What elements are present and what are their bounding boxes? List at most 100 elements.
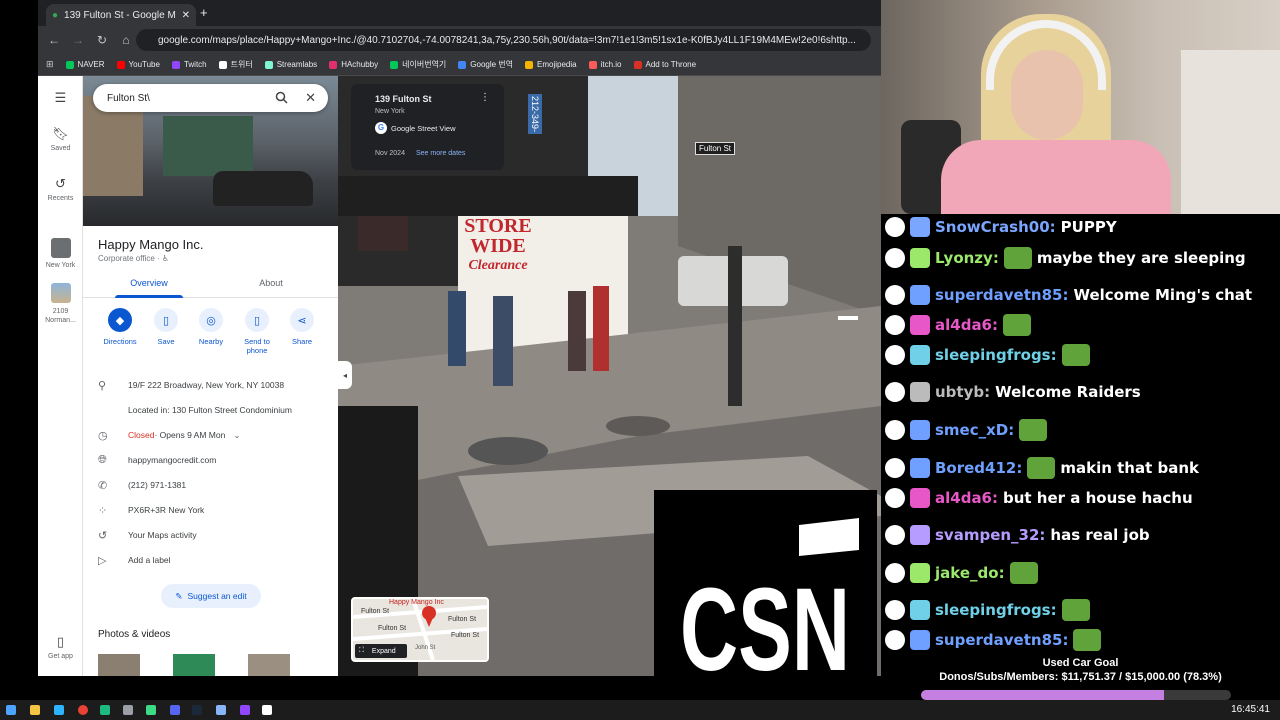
chat-username: ubtyb <box>935 383 985 401</box>
rail-get-app[interactable]: ▯ Get app <box>38 634 83 660</box>
chat-username: Bored412 <box>935 459 1017 477</box>
app-icon[interactable] <box>54 705 64 715</box>
chat-avatar-icon <box>910 345 930 365</box>
info-plus-code[interactable]: ⁘ PX6R+3R New York <box>98 502 333 518</box>
chrome-icon[interactable] <box>78 705 88 715</box>
minimap[interactable]: Happy Mango Inc Fulton St Fulton St Fult… <box>351 597 489 662</box>
send-to-phone-button[interactable]: ▯ Send to phone <box>234 308 280 355</box>
address-bar[interactable]: google.com/maps/place/Happy+Mango+Inc./@… <box>136 29 871 51</box>
info-activity[interactable]: ↺ Your Maps activity <box>98 527 333 543</box>
steam-icon[interactable] <box>192 705 202 715</box>
rail-recent-norman[interactable]: 2109 Norman... <box>38 283 83 325</box>
info-phone[interactable]: ✆ (212) 971-1381 <box>98 477 333 493</box>
url-text: google.com/maps/place/Happy+Mango+Inc./@… <box>158 34 856 46</box>
nearby-button[interactable]: ◎ Nearby <box>188 308 234 346</box>
maps-favicon-icon: ● <box>52 9 59 21</box>
bookmark-label: NAVER <box>77 60 105 69</box>
suggest-label: Suggest an edit <box>187 591 247 601</box>
photo-thumb[interactable] <box>173 654 215 676</box>
apps-grid-icon[interactable]: ⊞ <box>46 59 54 70</box>
directions-button[interactable]: ◆ Directions <box>97 308 143 346</box>
minimap-street: Fulton St <box>448 616 477 623</box>
more-vert-icon[interactable]: ⋮ <box>480 92 490 103</box>
bookmark-favicon-icon <box>329 60 338 69</box>
bookmark-item[interactable]: NAVER <box>65 60 105 69</box>
explorer-icon[interactable] <box>30 705 40 715</box>
chat-badge-icon <box>885 248 905 268</box>
history-icon: ↺ <box>98 529 108 542</box>
saved-label: Saved <box>50 145 71 152</box>
chat-colon: : <box>1050 346 1057 364</box>
chat-badge-icon <box>885 285 905 305</box>
chat-username: smec_xD <box>935 421 1009 439</box>
clock: 16:45:41 <box>1231 704 1270 715</box>
home-icon[interactable]: ⌂ <box>120 33 132 47</box>
chat-message: smec_xD: <box>885 418 1052 442</box>
expand-button[interactable]: ⛶ Expand <box>355 644 407 658</box>
chat-message: SnowCrash00: PUPPY <box>885 215 1117 239</box>
bookmark-item[interactable]: Twitch <box>171 60 207 69</box>
info-website[interactable]: 🌐︎ happymangocredit.com <box>98 452 333 468</box>
chat-colon: : <box>992 249 999 267</box>
bookmark-item[interactable]: Google 번역 <box>458 59 513 70</box>
save-button[interactable]: ▯ Save <box>143 308 189 346</box>
app-icon[interactable] <box>240 705 250 715</box>
bookmark-label: itch.io <box>600 60 622 69</box>
info-hours[interactable]: ◷ Closed · Opens 9 AM Mon ⌄ <box>98 427 333 443</box>
chat-badge-icon <box>885 382 905 402</box>
browser-tab[interactable]: ● 139 Fulton St - Google Maps ✕ <box>46 4 196 26</box>
info-address[interactable]: ⚲ 19/F 222 Broadway, New York, NY 10038 <box>98 377 333 393</box>
bookmark-item[interactable]: itch.io <box>588 60 622 69</box>
chevron-down-icon[interactable]: ⌄ <box>233 430 240 441</box>
share-icon: ⋖ <box>290 308 314 332</box>
search-box[interactable]: Fulton St\ ✕ <box>93 84 328 112</box>
suggest-edit-button[interactable]: ✎ Suggest an edit <box>161 584 261 608</box>
bookmark-item[interactable]: 네이버번역기 <box>390 59 446 70</box>
back-icon[interactable]: ← <box>48 33 60 47</box>
chat-username: svampen_32 <box>935 526 1040 544</box>
app-icon[interactable] <box>100 705 110 715</box>
photo-thumb[interactable] <box>248 654 290 676</box>
tab-overview[interactable]: Overview <box>104 278 194 288</box>
search-icon[interactable] <box>275 91 288 104</box>
rail-saved[interactable]: 🔖︎ Saved <box>38 126 83 152</box>
info-label[interactable]: ▷ Add a label <box>98 552 333 568</box>
collapse-panel-button[interactable]: ◂ <box>338 361 352 389</box>
share-button[interactable]: ⋖ Share <box>279 308 325 346</box>
discord-icon[interactable] <box>170 705 180 715</box>
bookmark-label: Streamlabs <box>276 60 318 69</box>
bookmark-item[interactable]: 트위터 <box>218 59 253 70</box>
bookmark-item[interactable]: HAchubby <box>329 60 378 69</box>
tab-about[interactable]: About <box>226 278 316 288</box>
sv-date: Nov 2024 <box>375 150 405 157</box>
start-icon[interactable] <box>6 705 16 715</box>
storefront <box>163 116 253 176</box>
info-located[interactable]: Located in: 130 Fulton Street Condominiu… <box>98 402 333 418</box>
address-text: 19/F 222 Broadway, New York, NY 10038 <box>128 380 285 390</box>
bookmark-favicon-icon <box>458 60 467 69</box>
chat-text: makin that bank <box>1060 459 1200 477</box>
search-input[interactable]: Fulton St\ <box>107 93 150 104</box>
close-tab-icon[interactable]: ✕ <box>182 10 190 21</box>
chat-message: superdavetn85: <box>885 628 1106 652</box>
app-icon[interactable] <box>146 705 156 715</box>
chat-emote-icon <box>1019 419 1048 441</box>
close-icon[interactable]: ✕ <box>305 91 316 104</box>
app-icon[interactable] <box>262 705 272 715</box>
new-tab-icon[interactable]: + <box>200 5 208 20</box>
app-icon[interactable] <box>216 705 226 715</box>
chat-message: al4da6: but her a house hachu <box>885 486 1193 510</box>
bookmark-item[interactable]: Streamlabs <box>264 60 318 69</box>
forward-icon[interactable]: → <box>72 33 84 47</box>
bookmark-item[interactable]: Emojipedia <box>525 60 577 69</box>
chat-colon: : <box>1008 421 1015 439</box>
bookmark-item[interactable]: YouTube <box>116 60 160 69</box>
rail-recents[interactable]: ↺ Recents <box>38 176 83 202</box>
photo-thumb[interactable] <box>98 654 140 676</box>
reload-icon[interactable]: ↻ <box>96 33 108 47</box>
app-icon[interactable] <box>123 705 133 715</box>
see-more-dates-link[interactable]: See more dates <box>416 150 465 157</box>
bookmark-item[interactable]: Add to Throne <box>633 60 696 69</box>
menu-icon[interactable]: ☰ <box>38 90 83 109</box>
rail-recent-newyork[interactable]: New York <box>38 238 83 269</box>
